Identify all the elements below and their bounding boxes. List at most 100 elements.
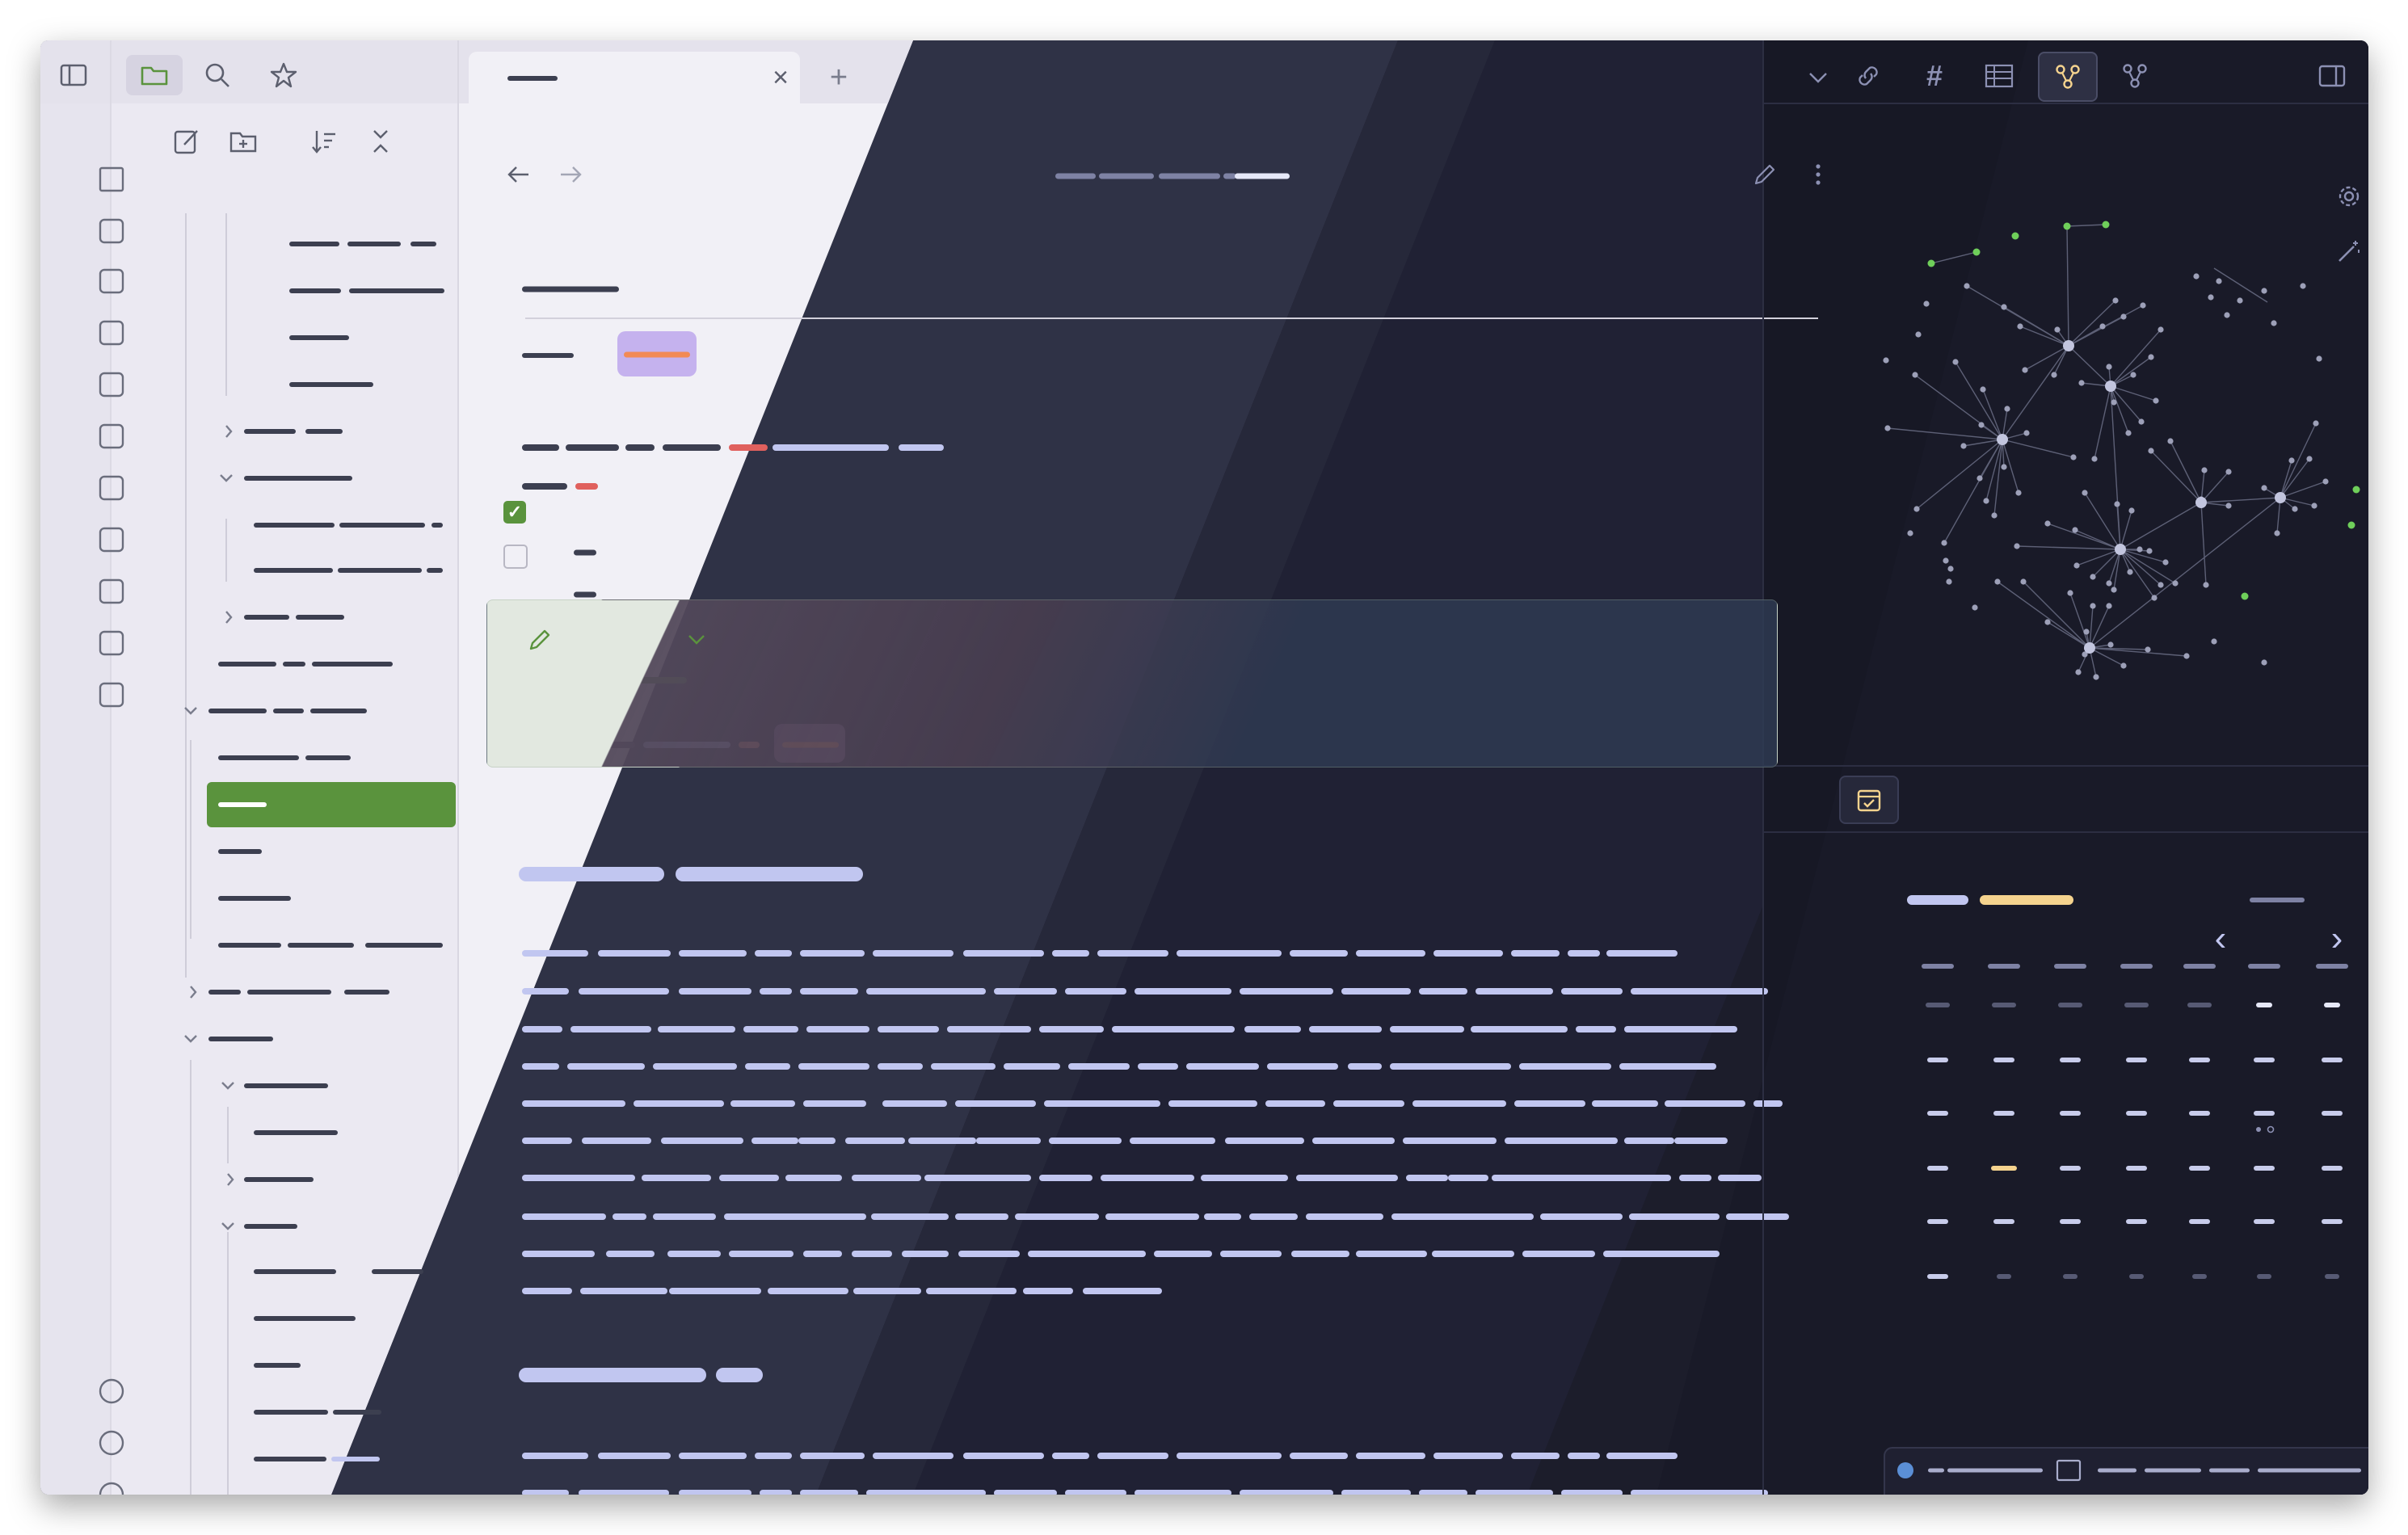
body-text-segment <box>1476 988 1553 995</box>
collapse-icon[interactable] <box>360 121 401 162</box>
graph-node <box>2083 629 2090 635</box>
body-text-segment <box>1631 988 1768 995</box>
layout-icon[interactable] <box>99 630 124 656</box>
tab-list-chevron-icon[interactable] <box>1800 60 1836 95</box>
graph-node <box>2067 590 2073 596</box>
calendar-month-label <box>1907 895 1968 905</box>
body-text-segment <box>878 1063 923 1070</box>
home-icon[interactable] <box>99 166 124 192</box>
calendar-day <box>2322 1111 2343 1116</box>
new-note-icon[interactable] <box>166 121 207 162</box>
body-text-segment <box>522 950 588 957</box>
templater-icon[interactable] <box>99 218 124 244</box>
vault-icon[interactable] <box>99 1378 124 1404</box>
tree-item-label <box>312 662 393 667</box>
right-sidebar-toggle-icon[interactable] <box>2311 55 2353 97</box>
bookmarks-icon[interactable] <box>263 55 304 95</box>
body-text-segment <box>1112 1026 1235 1032</box>
terminal-icon[interactable] <box>99 578 124 604</box>
local-graph-icon[interactable] <box>2114 55 2156 97</box>
body-text-segment <box>955 1100 1036 1107</box>
new-folder-icon[interactable] <box>223 121 263 162</box>
edit-icon[interactable] <box>1747 157 1783 192</box>
sort-icon[interactable] <box>304 121 344 162</box>
heading-segment <box>676 867 863 881</box>
new-tab-button[interactable]: + <box>821 60 857 95</box>
settings-icon[interactable] <box>99 1482 124 1495</box>
table-icon[interactable] <box>99 268 124 294</box>
graph-node <box>2120 662 2127 669</box>
search-icon[interactable] <box>197 55 238 95</box>
folder-chevron-icon[interactable] <box>221 1222 234 1230</box>
body-text-segment <box>522 1251 595 1257</box>
graph-icon[interactable] <box>99 475 124 501</box>
help-icon[interactable] <box>99 1430 124 1456</box>
graph-hub-node <box>1997 434 2008 445</box>
graph-node <box>2300 283 2306 289</box>
paragraph-segment <box>899 444 944 451</box>
body-text-segment <box>1249 1213 1298 1220</box>
magic-wand-icon[interactable] <box>2330 233 2368 270</box>
graph-node <box>2208 294 2214 301</box>
globe-icon <box>1897 1462 1913 1478</box>
paragraph-segment <box>663 444 721 451</box>
graph-edge <box>2076 549 2121 566</box>
graph-node <box>2136 546 2143 553</box>
folder-chevron-icon[interactable] <box>225 425 233 438</box>
graph-node <box>2004 406 2010 412</box>
more-options-icon[interactable] <box>1800 157 1836 192</box>
body-text-segment <box>522 1026 562 1032</box>
graph-node <box>1983 498 1989 504</box>
emoji-icon[interactable] <box>99 320 124 346</box>
tree-item-label <box>289 288 341 293</box>
folder-chevron-icon[interactable] <box>184 707 197 715</box>
calendar-day-icon[interactable] <box>99 682 124 708</box>
graph-node <box>2120 313 2127 320</box>
body-text-segment <box>803 1100 866 1107</box>
calendar-day <box>2129 1274 2144 1279</box>
body-text-segment <box>1186 1063 1259 1070</box>
graph-edge <box>1916 439 2003 510</box>
folder-chevron-icon[interactable] <box>184 1035 197 1043</box>
body-text-segment <box>1168 1100 1257 1107</box>
find-file-icon[interactable] <box>99 423 124 449</box>
table-view-icon[interactable] <box>1978 55 2020 97</box>
checkbox-checked[interactable]: ✓ <box>503 501 526 524</box>
calendar-day <box>2063 1274 2078 1279</box>
graph-node <box>2211 638 2217 645</box>
body-text-segment <box>878 1026 939 1032</box>
folder-chevron-icon[interactable] <box>227 1173 234 1186</box>
body-text-segment <box>522 1175 635 1181</box>
files-icon[interactable] <box>126 55 183 95</box>
folder-chevron-icon[interactable] <box>190 986 197 999</box>
back-arrow-icon[interactable] <box>501 157 537 192</box>
calendar-day <box>2187 1003 2212 1007</box>
checkbox-unchecked[interactable] <box>503 545 528 569</box>
calendar-next-button[interactable]: › <box>2319 921 2355 957</box>
graph-node-tagged <box>2241 592 2249 600</box>
graph-settings-icon[interactable] <box>2330 178 2368 215</box>
graph-hub-node <box>2063 340 2074 351</box>
tree-item-label <box>244 1083 328 1088</box>
callout-fold-chevron-icon[interactable] <box>682 624 711 656</box>
calendar-day <box>1991 1166 2017 1171</box>
sidebar-toggle-icon[interactable] <box>55 57 92 94</box>
folder-chevron-icon[interactable] <box>221 1082 234 1090</box>
graph-node <box>2051 372 2057 378</box>
body-text-segment <box>760 1490 792 1495</box>
body-text-segment <box>613 1213 646 1220</box>
outgoing-links-icon[interactable] <box>1847 55 1889 97</box>
graph-node-tagged <box>2063 222 2071 230</box>
folder-chevron-icon[interactable] <box>225 611 233 624</box>
calendar-prev-button[interactable]: ‹ <box>2203 921 2238 957</box>
forward-arrow-icon[interactable] <box>553 157 588 192</box>
breadcrumb-segment <box>1055 173 1096 179</box>
copy-icon[interactable] <box>99 527 124 553</box>
body-text-segment <box>522 1100 625 1107</box>
close-tab-icon[interactable]: × <box>764 61 797 94</box>
pin-icon[interactable] <box>99 372 124 397</box>
calendar-check-icon[interactable] <box>1839 776 1899 824</box>
folder-chevron-icon[interactable] <box>220 474 233 482</box>
graph-view-icon[interactable] <box>2038 52 2098 102</box>
tags-icon[interactable]: # <box>1913 55 1955 97</box>
